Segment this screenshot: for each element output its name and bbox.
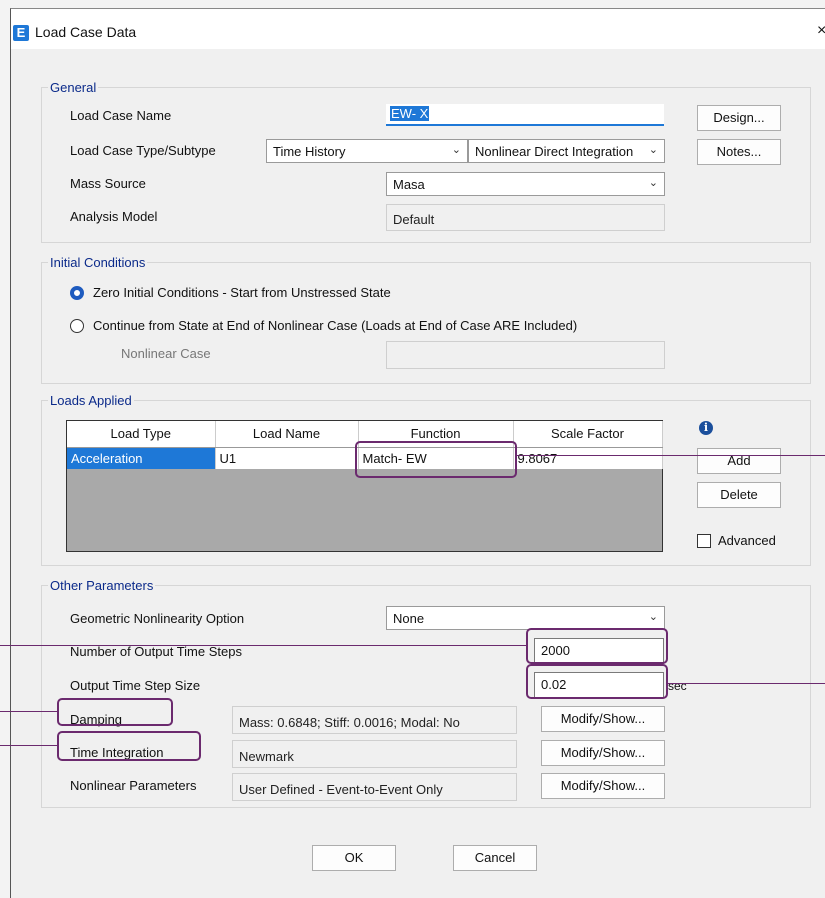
analysis-model-label: Analysis Model: [70, 209, 158, 224]
other-parameters-legend: Other Parameters: [50, 578, 154, 593]
continue-state-radio[interactable]: [70, 319, 84, 333]
step-size-callout-line: [668, 683, 825, 684]
chevron-down-icon: ⌄: [648, 177, 658, 189]
load-case-type-value: Time History: [273, 144, 346, 159]
load-case-subtype-value: Nonlinear Direct Integration: [475, 144, 634, 159]
damping-highlight-box: [57, 698, 173, 726]
geometric-nonlinearity-select[interactable]: None ⌄: [386, 606, 665, 630]
mass-source-select[interactable]: Masa ⌄: [386, 172, 665, 196]
output-steps-label: Number of Output Time Steps: [70, 644, 242, 659]
chevron-down-icon: ⌄: [451, 144, 461, 156]
column-header-load-type[interactable]: Load Type: [67, 421, 216, 448]
nonlinear-parameters-field: User Defined - Event-to-Event Only: [232, 773, 517, 801]
nonlinear-case-field: [386, 341, 665, 369]
time-integration-callout-line: [0, 745, 57, 746]
close-icon[interactable]: ×: [817, 22, 825, 40]
column-header-scale-factor[interactable]: Scale Factor: [513, 421, 663, 448]
load-case-name-value: EW- X: [390, 106, 430, 121]
loads-table[interactable]: Load Type Load Name Function Scale Facto…: [66, 420, 663, 552]
add-load-button[interactable]: Add: [697, 448, 781, 474]
nonlinear-parameters-modify-button[interactable]: Modify/Show...: [541, 773, 665, 799]
zero-initial-radio[interactable]: [70, 286, 84, 300]
mass-source-label: Mass Source: [70, 176, 146, 191]
load-case-name-label: Load Case Name: [70, 108, 172, 123]
step-size-highlight-box: [526, 664, 668, 699]
advanced-checkbox[interactable]: [697, 534, 711, 548]
chevron-down-icon: ⌄: [648, 144, 658, 156]
time-integration-modify-button[interactable]: Modify/Show...: [541, 740, 665, 766]
load-case-type-select[interactable]: Time History ⌄: [266, 139, 468, 163]
function-callout-line: [517, 455, 825, 456]
cell-load-name[interactable]: U1: [215, 447, 359, 469]
output-steps-callout-line: [0, 645, 526, 646]
advanced-label: Advanced: [718, 533, 776, 548]
loads-applied-legend: Loads Applied: [50, 393, 132, 408]
time-integration-field: Newmark: [232, 740, 517, 768]
step-size-unit: sec: [668, 679, 687, 693]
nonlinear-case-label: Nonlinear Case: [121, 346, 211, 361]
load-case-subtype-select[interactable]: Nonlinear Direct Integration ⌄: [468, 139, 665, 163]
function-highlight-box: [355, 441, 517, 478]
design-button[interactable]: Design...: [697, 105, 781, 131]
nonlinear-parameters-label: Nonlinear Parameters: [70, 778, 197, 793]
window-title: Load Case Data: [35, 24, 137, 40]
output-steps-highlight-box: [526, 628, 668, 664]
info-icon[interactable]: i: [699, 421, 713, 435]
title-bar: E Load Case Data ×: [11, 9, 825, 49]
initial-conditions-legend: Initial Conditions: [50, 255, 146, 270]
ok-button[interactable]: OK: [312, 845, 396, 871]
mass-source-value: Masa: [393, 177, 425, 192]
chevron-down-icon: ⌄: [648, 611, 658, 623]
column-header-load-name[interactable]: Load Name: [215, 421, 359, 448]
damping-callout-line: [0, 711, 57, 712]
analysis-model-field: Default: [386, 204, 665, 231]
damping-modify-button[interactable]: Modify/Show...: [541, 706, 665, 732]
delete-load-button[interactable]: Delete: [697, 482, 781, 508]
geometric-nonlinearity-label: Geometric Nonlinearity Option: [70, 611, 245, 626]
notes-button[interactable]: Notes...: [697, 139, 781, 165]
step-size-label: Output Time Step Size: [70, 678, 201, 693]
damping-field: Mass: 0.6848; Stiff: 0.0016; Modal: No: [232, 706, 517, 734]
zero-initial-label: Zero Initial Conditions - Start from Uns…: [93, 285, 391, 300]
geometric-nonlinearity-value: None: [393, 611, 425, 626]
cancel-button[interactable]: Cancel: [453, 845, 537, 871]
continue-state-label: Continue from State at End of Nonlinear …: [93, 318, 578, 333]
load-case-name-input[interactable]: EW- X: [386, 104, 664, 126]
load-case-type-label: Load Case Type/Subtype: [70, 143, 216, 158]
cell-load-type[interactable]: Acceleration: [67, 447, 216, 469]
time-integration-highlight-box: [57, 731, 201, 761]
cell-scale-factor[interactable]: 9.8067: [513, 447, 663, 469]
general-legend: General: [50, 80, 97, 95]
app-logo-icon: E: [13, 25, 29, 41]
